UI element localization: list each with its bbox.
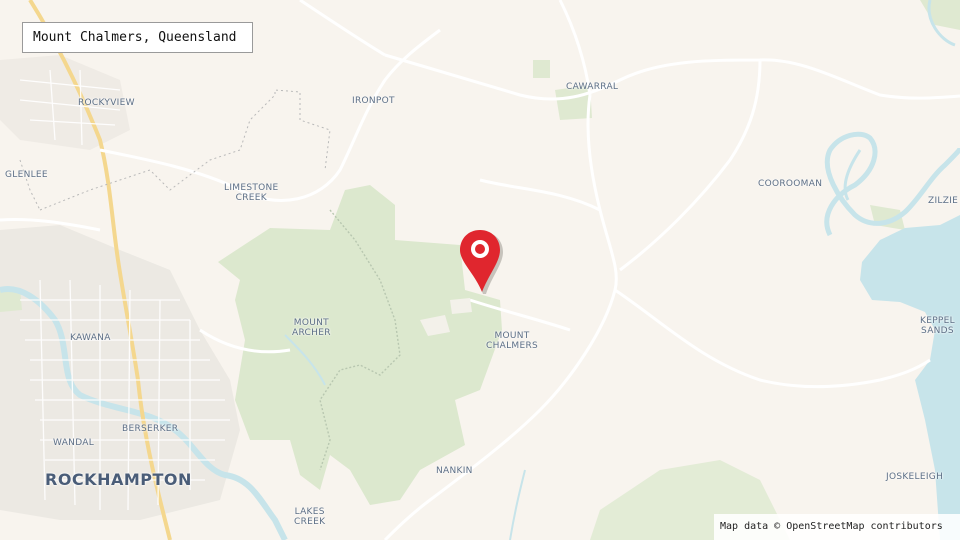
place-label-kawana: KAWANA [70, 333, 111, 343]
place-label-limestone-creek: LIMESTONE CREEK [224, 183, 279, 203]
map-pin-icon[interactable] [456, 228, 506, 296]
place-label-wandal: WANDAL [53, 438, 95, 448]
place-label-rockhampton: ROCKHAMPTON [45, 470, 192, 489]
place-label-coorooman: COOROOMAN [758, 179, 823, 189]
place-label-cawarral: CAWARRAL [566, 82, 619, 92]
place-label-rockyview: ROCKYVIEW [78, 98, 135, 108]
place-label-mount-archer: MOUNT ARCHER [292, 318, 331, 338]
place-label-ironpot: IRONPOT [352, 96, 395, 106]
place-label-mount-chalmers: MOUNT CHALMERS [486, 331, 539, 351]
place-label-nankin: NANKIN [436, 466, 473, 476]
place-label-joskeleigh: JOSKELEIGH [886, 472, 944, 482]
place-label-zilzie: ZILZIE [928, 196, 959, 206]
place-label-lakes-creek: LAKES CREEK [294, 507, 326, 527]
place-label-berserker: BERSERKER [122, 424, 179, 434]
map-view[interactable]: ROCKYVIEW IRONPOT CAWARRAL GLENLEE LIMES… [0, 0, 960, 540]
place-label-glenlee: GLENLEE [5, 170, 48, 180]
park-north [533, 60, 550, 78]
location-title: Mount Chalmers, Queensland [22, 22, 253, 53]
place-label-keppel-sands: KEPPEL SANDS [920, 316, 955, 336]
map-attribution[interactable]: Map data © OpenStreetMap contributors [714, 514, 960, 540]
